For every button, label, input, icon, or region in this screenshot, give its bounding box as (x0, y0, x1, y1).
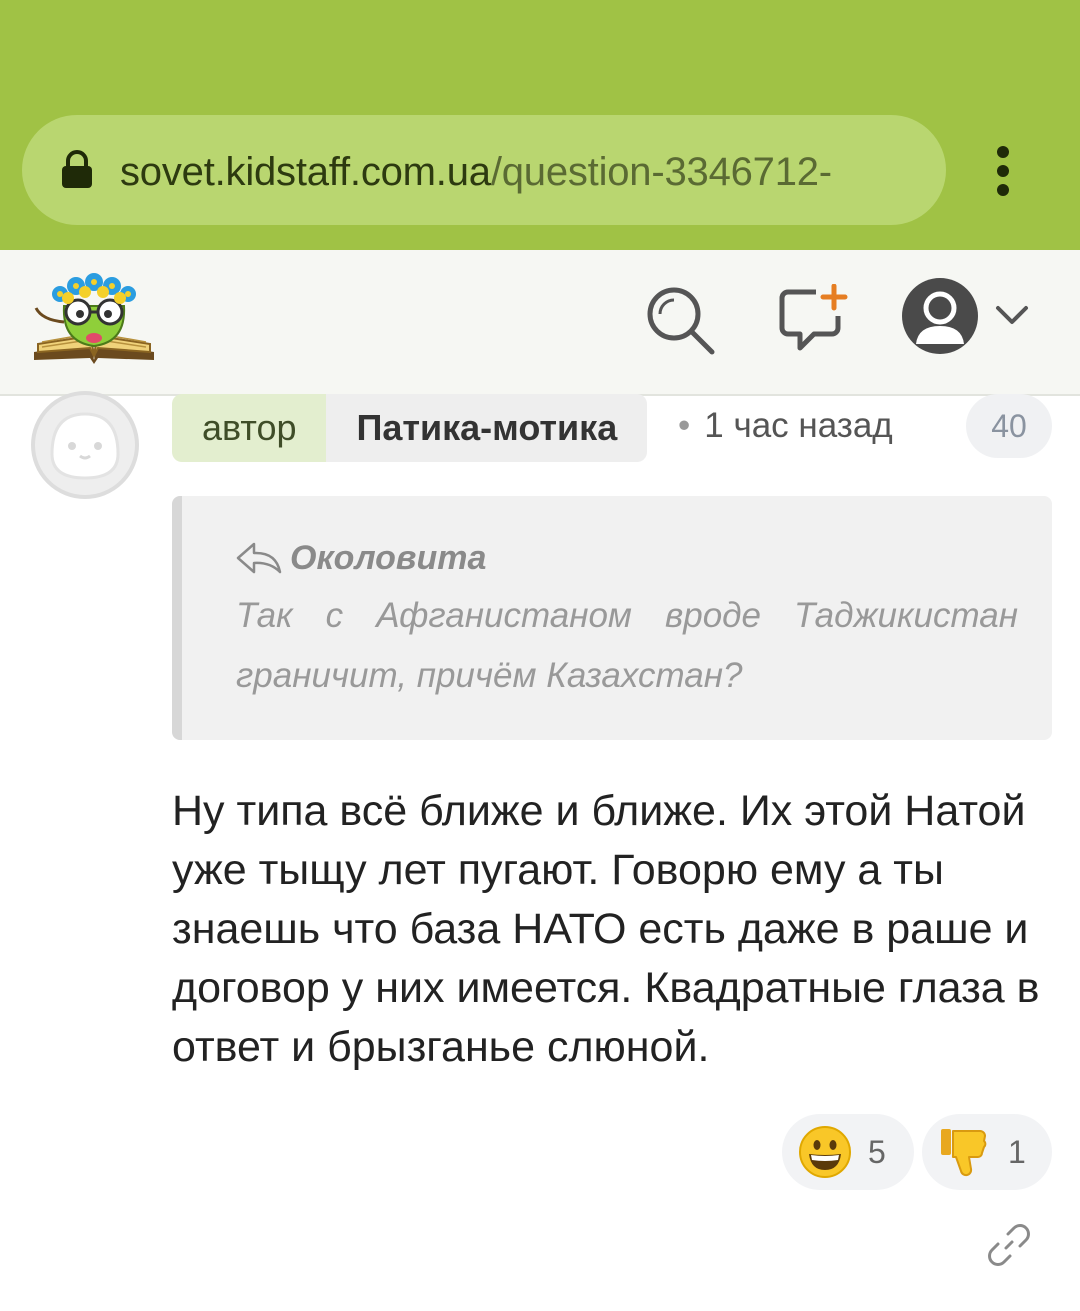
reaction-count: 1 (1008, 1133, 1026, 1170)
author-badge[interactable]: автор Патика-мотика (172, 394, 648, 462)
url-path: /question-3346712- (490, 150, 832, 194)
lock-icon (62, 150, 92, 188)
new-message-icon[interactable] (778, 284, 848, 354)
avatar[interactable] (30, 390, 140, 500)
post-meta: • 1 час назад (678, 398, 893, 454)
link-icon[interactable] (986, 1222, 1032, 1268)
url-text[interactable]: sovet.kidstaff.com.ua/question-3346712- (120, 144, 928, 200)
post-number-badge: 40 (966, 394, 1052, 458)
thumbs-down-icon (941, 1129, 987, 1177)
grinning-face-icon (799, 1126, 851, 1178)
kebab-menu-icon[interactable] (986, 144, 1020, 198)
url-host: sovet.kidstaff.com.ua (120, 150, 491, 194)
quoted-message: Околовита Так с Афганистаном вроде Таджи… (172, 496, 1052, 740)
kidstaff-logo[interactable] (28, 264, 160, 366)
reply-icon (236, 542, 282, 574)
search-icon[interactable] (644, 284, 716, 356)
quote-author[interactable]: Околовита (290, 539, 486, 578)
reaction-count: 5 (868, 1133, 886, 1170)
user-avatar-icon[interactable] (900, 276, 980, 356)
reaction-thumbs-down[interactable]: 1 (922, 1114, 1052, 1190)
post-time: 1 час назад (704, 406, 893, 445)
chevron-down-icon[interactable] (992, 302, 1032, 330)
author-name[interactable]: Патика-мотика (326, 394, 648, 462)
author-tag: автор (172, 394, 327, 462)
post-body: Ну типа всё ближе и ближе. Их этой Натой… (172, 787, 1040, 1071)
quote-text: Так с Афганистаном вроде Таджикистан гра… (236, 596, 1018, 695)
quote-header: Околовита (236, 536, 486, 580)
reaction-smile[interactable]: 5 (782, 1114, 914, 1190)
separator-dot: • (678, 406, 691, 445)
